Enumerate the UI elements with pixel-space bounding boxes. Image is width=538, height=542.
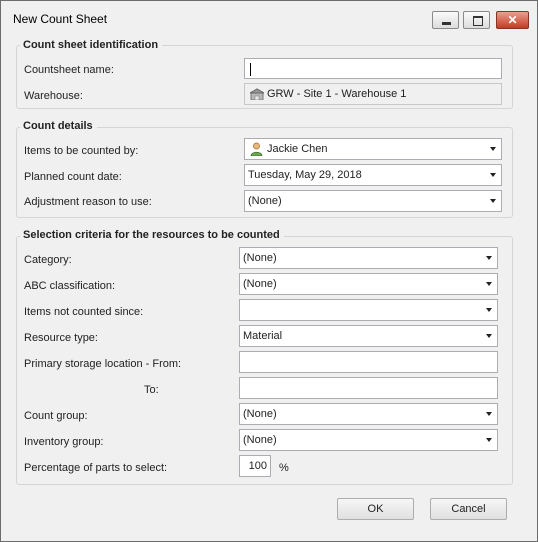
count-group-select[interactable]: (None) [239,403,498,425]
storage-from-input[interactable] [239,351,498,373]
chevron-down-icon [486,308,492,312]
adjustment-reason-select[interactable]: (None) [244,190,502,212]
not-counted-since-label: Items not counted since: [24,306,144,318]
cancel-button[interactable]: Cancel [430,498,507,520]
text-caret [250,63,251,76]
percentage-input[interactable]: 100 [239,455,271,477]
inventory-group-select[interactable]: (None) [239,429,498,451]
user-icon [250,142,263,156]
warehouse-label: Warehouse: [24,90,83,102]
title-bar[interactable]: New Count Sheet ✕ [1,1,537,35]
chevron-down-icon [486,438,492,442]
ok-button[interactable]: OK [337,498,414,520]
category-select[interactable]: (None) [239,247,498,269]
maximize-icon [473,16,483,26]
close-icon: ✕ [507,13,518,27]
planned-date-label: Planned count date: [24,171,122,183]
dialog-client-area: Count sheet identification Countsheet na… [9,35,529,533]
identification-group-title: Count sheet identification [20,39,163,51]
chevron-down-icon [490,199,496,203]
maximize-button[interactable] [463,11,490,29]
countsheet-name-label: Countsheet name: [24,64,114,76]
window-title: New Count Sheet [13,12,108,26]
resource-type-select[interactable]: Material [239,325,498,347]
storage-from-label: Primary storage location - From: [24,358,182,370]
chevron-down-icon [486,256,492,260]
chevron-down-icon [486,412,492,416]
count-group-label: Count group: [24,410,88,422]
abc-classification-select[interactable]: (None) [239,273,498,295]
chevron-down-icon [486,282,492,286]
close-button[interactable]: ✕ [496,11,529,29]
count-details-group-title: Count details [20,120,97,132]
percentage-label: Percentage of parts to select: [24,462,168,474]
chevron-down-icon [490,147,496,151]
adjustment-reason-label: Adjustment reason to use: [24,196,152,208]
chevron-down-icon [486,334,492,338]
chevron-down-icon [490,173,496,177]
minimize-icon [442,22,451,25]
not-counted-since-picker[interactable] [239,299,498,321]
planned-date-picker[interactable]: Tuesday, May 29, 2018 [244,164,502,186]
resource-type-label: Resource type: [24,332,98,344]
new-count-sheet-window: New Count Sheet ✕ Count sheet identifica… [0,0,538,542]
percentage-unit: % [279,462,289,474]
counted-by-select[interactable]: Jackie Chen [244,138,502,160]
warehouse-field: GRW - Site 1 - Warehouse 1 [244,83,502,105]
storage-to-label: To: [144,384,159,396]
selection-criteria-group-title: Selection criteria for the resources to … [20,229,284,241]
category-label: Category: [24,254,72,266]
countsheet-name-input[interactable] [244,58,502,79]
storage-to-input[interactable] [239,377,498,399]
abc-classification-label: ABC classification: [24,280,116,292]
inventory-group-label: Inventory group: [24,436,104,448]
warehouse-icon [250,88,264,100]
counted-by-label: Items to be counted by: [24,145,139,157]
minimize-button[interactable] [432,11,459,29]
